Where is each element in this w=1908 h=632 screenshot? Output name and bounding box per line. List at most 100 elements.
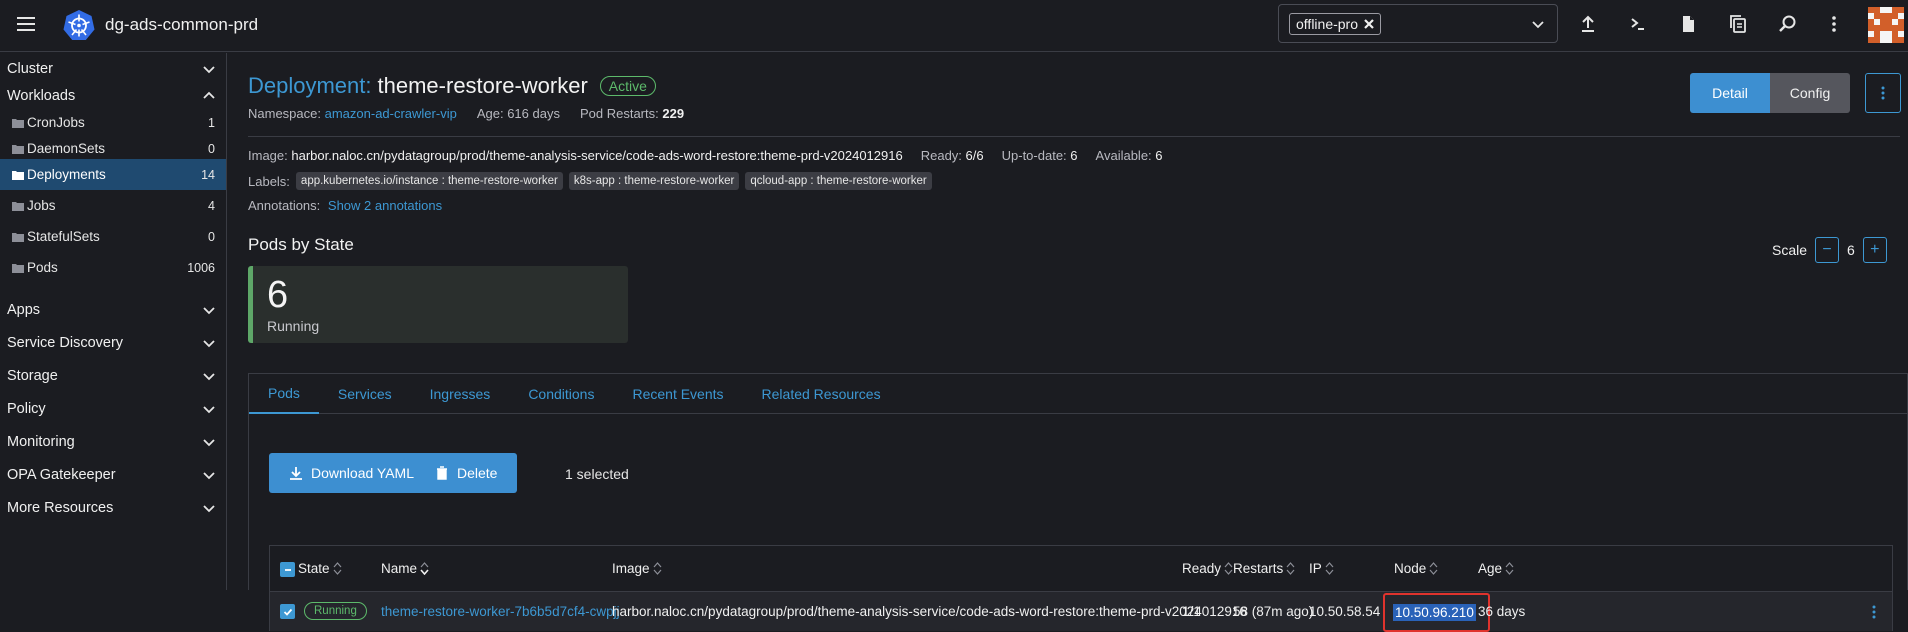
scale-value: 6: [1847, 242, 1855, 258]
sort-icon: [1325, 562, 1334, 575]
chevron-down-icon: [202, 501, 216, 515]
row-actions-icon[interactable]: [1866, 604, 1882, 620]
page-title: Deployment: theme-restore-worker Active: [248, 73, 656, 99]
scale-control: Scale − 6 +: [1772, 237, 1887, 263]
pods-table: State Name Image Ready Restarts IP Node …: [269, 545, 1893, 591]
download-icon: [290, 467, 302, 480]
table-row[interactable]: Running theme-restore-worker-7b6b5d7cf4-…: [269, 591, 1893, 632]
folder-icon: [12, 118, 24, 128]
resource-name: theme-restore-worker: [377, 73, 588, 98]
sidebar-group-label: Policy: [7, 401, 46, 417]
upload-icon[interactable]: [1578, 14, 1598, 34]
detail-button[interactable]: Detail: [1690, 73, 1770, 113]
image-info: Image: harbor.naloc.cn/pydatagroup/prod/…: [248, 148, 903, 163]
sidebar-item-count: 14: [201, 167, 215, 182]
sidebar-group-label: Workloads: [7, 88, 76, 104]
column-label: Age: [1478, 561, 1503, 576]
sidebar-item-pods[interactable]: Pods 1006: [0, 252, 226, 283]
show-annotations-link[interactable]: Show 2 annotations: [328, 198, 442, 213]
sidebar-group-cluster[interactable]: Cluster: [0, 54, 226, 84]
terminal-icon[interactable]: [1628, 14, 1648, 34]
column-header-restarts[interactable]: Restarts: [1233, 561, 1295, 576]
sidebar-group-apps[interactable]: Apps: [0, 295, 226, 325]
sidebar-item-count: 0: [208, 229, 215, 244]
chevron-down-icon: [202, 468, 216, 482]
tab-recent-events[interactable]: Recent Events: [613, 374, 742, 414]
column-header-image[interactable]: Image: [612, 561, 662, 576]
sidebar-item-count: 0: [208, 141, 215, 156]
sidebar-item-count: 4: [208, 198, 215, 213]
close-icon[interactable]: [1362, 17, 1376, 31]
row-checkbox[interactable]: [280, 604, 295, 619]
sidebar-group-policy[interactable]: Policy: [0, 394, 226, 424]
pod-ip: 10.50.58.54: [1309, 604, 1381, 619]
sidebar-group-storage[interactable]: Storage: [0, 361, 226, 391]
sidebar-group-service-discovery[interactable]: Service Discovery: [0, 328, 226, 358]
copy-config-icon[interactable]: [1728, 14, 1748, 34]
tab-ingresses[interactable]: Ingresses: [411, 374, 510, 414]
main-content: Deployment: theme-restore-worker Active …: [228, 53, 1908, 632]
top-bar: dg-ads-common-prd offline-pro: [0, 0, 1908, 52]
download-yaml-button[interactable]: Download YAML: [269, 453, 434, 493]
sidebar-item-statefulsets[interactable]: StatefulSets 0: [0, 221, 226, 252]
pod-name-link[interactable]: theme-restore-worker-7b6b5d7cf4-cwpjj: [381, 604, 620, 619]
sidebar-group-monitoring[interactable]: Monitoring: [0, 427, 226, 457]
age-meta: Age: 616 days: [477, 106, 560, 121]
sort-icon: [1224, 562, 1233, 575]
sidebar-group-opa-gatekeeper[interactable]: OPA Gatekeeper: [0, 460, 226, 490]
tab-pods[interactable]: Pods: [249, 374, 319, 414]
delete-button[interactable]: Delete: [415, 453, 518, 493]
tab-related-resources[interactable]: Related Resources: [743, 374, 900, 414]
namespace-filter[interactable]: offline-pro: [1278, 4, 1558, 43]
sort-icon: [1286, 562, 1295, 575]
node-highlight-box: 10.50.96.210: [1383, 593, 1490, 632]
annotations-label: Annotations:: [248, 198, 321, 213]
menu-icon[interactable]: [14, 12, 38, 36]
tab-services[interactable]: Services: [319, 374, 411, 414]
available-info: Available: 6: [1096, 148, 1163, 163]
more-icon[interactable]: [1824, 14, 1844, 34]
column-header-state[interactable]: State: [298, 561, 342, 576]
sidebar-group-more-resources[interactable]: More Resources: [0, 493, 226, 523]
sidebar-item-deployments[interactable]: Deployments 14: [0, 159, 226, 190]
column-label: Node: [1394, 561, 1427, 576]
pod-image: harbor.naloc.cn/pydatagroup/prod/theme-a…: [612, 604, 1247, 619]
pod-node[interactable]: 10.50.96.210: [1393, 604, 1476, 621]
available-value: 6: [1155, 148, 1163, 163]
available-label: Available:: [1095, 148, 1152, 163]
uptodate-info: Up-to-date: 6: [1002, 148, 1078, 163]
column-header-ip[interactable]: IP: [1309, 561, 1334, 576]
user-avatar[interactable]: [1868, 7, 1904, 43]
restarts-value: 229: [662, 106, 685, 121]
column-header-age[interactable]: Age: [1478, 561, 1514, 576]
select-all-checkbox[interactable]: [280, 562, 295, 577]
namespace-link[interactable]: amazon-ad-crawler-vip: [325, 106, 457, 121]
age-value: 616 days: [507, 106, 560, 121]
column-header-name[interactable]: Name: [381, 561, 429, 576]
column-header-node[interactable]: Node: [1394, 561, 1438, 576]
config-button[interactable]: Config: [1770, 73, 1850, 113]
scale-down-button[interactable]: −: [1815, 237, 1840, 263]
search-icon[interactable]: [1778, 14, 1798, 34]
annotations-row: Annotations: Show 2 annotations: [248, 198, 442, 213]
sidebar-item-jobs[interactable]: Jobs 4: [0, 190, 226, 221]
trash-icon: [437, 466, 447, 480]
column-header-ready[interactable]: Ready: [1182, 561, 1233, 576]
chevron-down-icon: [202, 402, 216, 416]
scale-up-button[interactable]: +: [1862, 237, 1887, 263]
pod-state-card: 6 Running: [248, 266, 628, 343]
sidebar-item-count: 1: [208, 115, 215, 130]
ready-value: 6/6: [965, 148, 984, 163]
folder-icon: [12, 170, 24, 180]
sidebar-group-label: OPA Gatekeeper: [7, 467, 116, 483]
resource-meta: Namespace: amazon-ad-crawler-vip Age: 61…: [248, 106, 684, 121]
divider: [248, 136, 1900, 137]
file-icon[interactable]: [1678, 14, 1698, 34]
chevron-down-icon[interactable]: [1531, 17, 1545, 31]
uptodate-label: Up-to-date:: [1001, 148, 1067, 163]
sidebar-group-label: Storage: [7, 368, 58, 384]
more-actions-button[interactable]: [1865, 73, 1901, 113]
tab-conditions[interactable]: Conditions: [509, 374, 613, 414]
sidebar-group-label: Monitoring: [7, 434, 75, 450]
chevron-down-icon: [202, 303, 216, 317]
